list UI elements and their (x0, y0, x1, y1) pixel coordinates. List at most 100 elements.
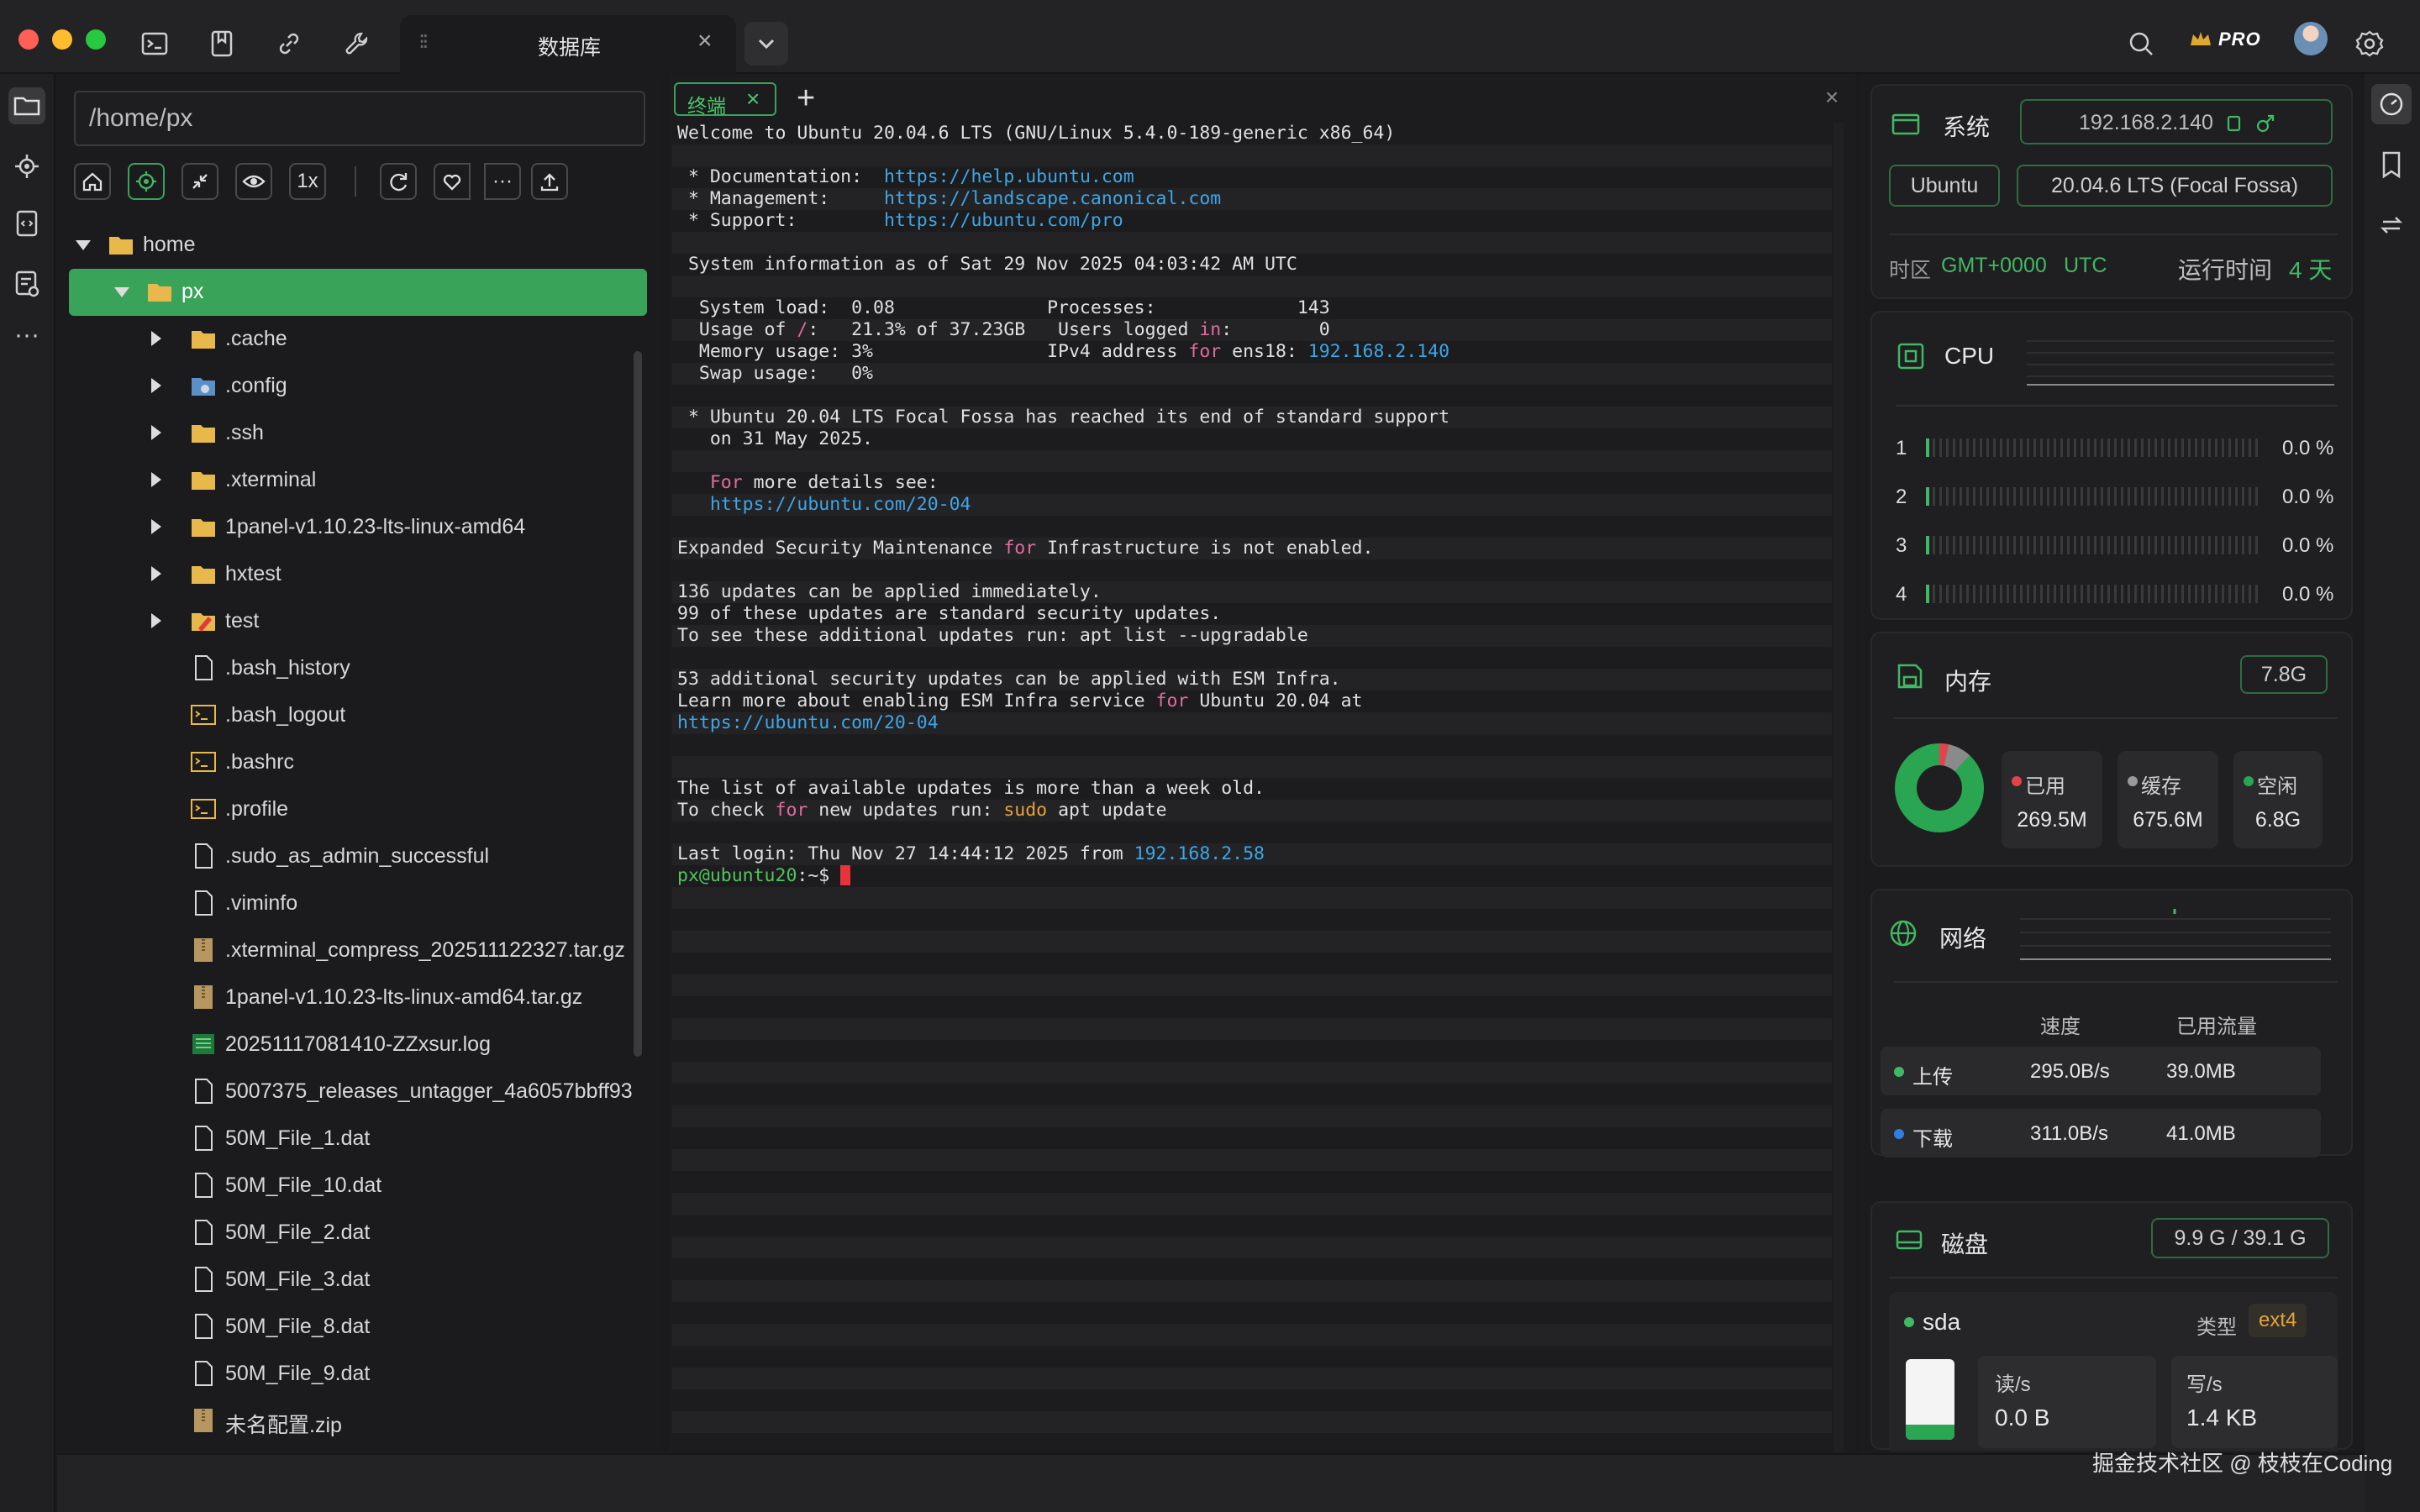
tree-item[interactable]: 20251117081410-ZZxsur.log (71, 1021, 650, 1068)
dashboard-gauge-icon[interactable] (2371, 84, 2412, 124)
tree-item[interactable]: .xterminal_compress_202511122327.tar.gz (71, 927, 650, 974)
pro-badge[interactable]: PRO (2188, 25, 2269, 55)
tree-item[interactable]: 50M_File_8.dat (71, 1304, 650, 1351)
terminal-link[interactable]: https://help.ubuntu.com (884, 166, 1134, 187)
tab-list-dropdown[interactable] (744, 22, 788, 66)
minimize-window-button[interactable] (52, 29, 72, 50)
more-icon[interactable]: ··· (8, 323, 45, 360)
terminal-link[interactable]: https://landscape.canonical.com (884, 188, 1221, 209)
network-card: 网络 速度 已用流量 上传 295.0B/s 39.0MB 下载 311.0B/… (1870, 889, 2353, 1158)
tree-item[interactable]: test (71, 598, 650, 645)
terminal-link[interactable]: https://ubuntu.com/20-04 (710, 494, 971, 515)
chevron-right-icon[interactable] (151, 613, 161, 628)
link-icon[interactable] (272, 27, 306, 60)
terminal-tab-label: 终端 (687, 95, 726, 117)
tree-item[interactable]: 未名配置.zip (71, 1398, 650, 1445)
tree-item[interactable]: 50M_File_3.dat (71, 1257, 650, 1304)
tree-item[interactable]: .bashrc (71, 739, 650, 786)
more-options-button[interactable]: ··· (484, 163, 521, 200)
tree-item[interactable]: .xterminal (71, 457, 650, 504)
tree-item[interactable]: .sudo_as_admin_successful (71, 833, 650, 880)
tree-item[interactable]: 5007375_releases_untagger_4a6057bbff93 (71, 1068, 650, 1116)
free-value: 6.8G (2254, 808, 2302, 832)
tree-item[interactable]: 50M_File_10.dat (71, 1163, 650, 1210)
tree-item[interactable]: 50M_File_9.dat (71, 1351, 650, 1398)
terminal-link[interactable]: 192.168.2.140 (1308, 341, 1449, 362)
globe-icon (1890, 920, 1917, 947)
show-hidden-button[interactable] (235, 163, 272, 200)
close-terminal-tab-icon[interactable]: × (746, 86, 760, 113)
drag-handle-icon[interactable]: ⁝⁝ (418, 29, 429, 55)
tree-item[interactable]: hxtest (71, 551, 650, 598)
tree-item[interactable]: .ssh (71, 410, 650, 457)
timezone-name: UTC (2064, 254, 2107, 277)
tree-item[interactable]: .bash_logout (71, 692, 650, 739)
avatar[interactable] (2294, 22, 2328, 55)
collapse-button[interactable] (182, 163, 218, 200)
zoom-button[interactable]: 1x (289, 163, 326, 200)
cache-value: 675.6M (2133, 808, 2203, 832)
tree-item[interactable]: home (71, 222, 650, 269)
home-button[interactable] (74, 163, 111, 200)
tree-item[interactable]: .viminfo (71, 880, 650, 927)
tree-item[interactable]: 1panel-v1.10.23-lts-linux-amd64.tar.gz (71, 974, 650, 1021)
close-tab-icon[interactable]: × (697, 27, 713, 55)
chevron-right-icon[interactable] (151, 378, 161, 393)
tree-item[interactable]: 1panel-v1.10.23-lts-linux-amd64 (71, 504, 650, 551)
bookmark-icon[interactable] (205, 27, 239, 60)
search-icon[interactable] (2124, 27, 2158, 60)
network-sparkline (2020, 909, 2331, 960)
favorite-button[interactable] (434, 163, 471, 200)
chevron-right-icon[interactable] (151, 425, 161, 440)
folder-icon (146, 279, 173, 304)
tab-terminal[interactable]: 终端 × (674, 82, 776, 117)
chevron-down-icon[interactable] (76, 240, 91, 250)
maximize-window-button[interactable] (86, 29, 106, 50)
terminal-text: Usage of (677, 319, 797, 340)
code-file-icon[interactable] (8, 205, 45, 242)
terminal-link[interactable]: 192.168.2.58 (1134, 843, 1265, 864)
terminal-scrollbar[interactable] (1833, 123, 1844, 1452)
cpu-card: CPU 1 0.0 % 2 0.0 % 3 0.0 % 4 0.0 % (1870, 311, 2353, 620)
bookmark-panel-icon[interactable] (2371, 144, 2412, 185)
follow-terminal-button[interactable] (128, 163, 165, 200)
home-icon (82, 172, 103, 192)
terminal-link[interactable]: https://ubuntu.com/pro (884, 210, 1123, 231)
left-sidebar: ··· (0, 74, 55, 1512)
copy-icon[interactable] (2225, 113, 2245, 134)
chevron-right-icon[interactable] (151, 472, 161, 487)
terminal-output[interactable]: Welcome to Ubuntu 20.04.6 LTS (GNU/Linux… (672, 123, 1832, 1452)
chevron-right-icon[interactable] (151, 566, 161, 581)
settings-gear-icon[interactable] (2353, 27, 2386, 60)
refresh-button[interactable] (380, 163, 417, 200)
tree-item[interactable]: .config (71, 363, 650, 410)
terminal-icon[interactable] (138, 27, 171, 60)
tab-database[interactable]: ⁝⁝ 数据库 × (400, 15, 736, 74)
terminal-text: * Ubuntu 20.04 LTS Focal Fossa has reach… (677, 407, 1450, 428)
tree-item[interactable]: .bash_history (71, 645, 650, 692)
file-manager-icon[interactable] (8, 87, 45, 124)
terminal-line: * Ubuntu 20.04 LTS Focal Fossa has reach… (672, 407, 1832, 428)
tree-item[interactable]: .profile (71, 786, 650, 833)
chevron-down-icon[interactable] (114, 287, 129, 297)
tree-item[interactable]: .cache (71, 316, 650, 363)
tree-item[interactable]: 50M_File_1.dat (71, 1116, 650, 1163)
close-terminal-panel-button[interactable]: × (1825, 84, 1839, 111)
transfer-icon[interactable] (2371, 205, 2412, 245)
file-tree-scrollbar[interactable] (634, 351, 642, 1057)
tree-item[interactable]: 50M_File_2.dat (71, 1210, 650, 1257)
wrench-icon[interactable] (339, 27, 373, 60)
close-window-button[interactable] (18, 29, 39, 50)
tree-item[interactable]: px (69, 269, 647, 316)
ip-address-box[interactable]: 192.168.2.140 (2020, 99, 2333, 144)
terminal-link[interactable]: https://ubuntu.com/20-04 (677, 712, 939, 733)
terminal-line: 99 of these updates are standard securit… (672, 603, 1832, 625)
new-terminal-button[interactable]: + (797, 81, 815, 117)
upload-button[interactable] (531, 163, 568, 200)
chevron-right-icon[interactable] (151, 331, 161, 346)
locate-icon[interactable] (8, 148, 45, 185)
chevron-right-icon[interactable] (151, 519, 161, 534)
path-input[interactable] (74, 91, 645, 146)
logs-icon[interactable] (8, 265, 45, 302)
connect-icon[interactable] (2254, 112, 2277, 135)
